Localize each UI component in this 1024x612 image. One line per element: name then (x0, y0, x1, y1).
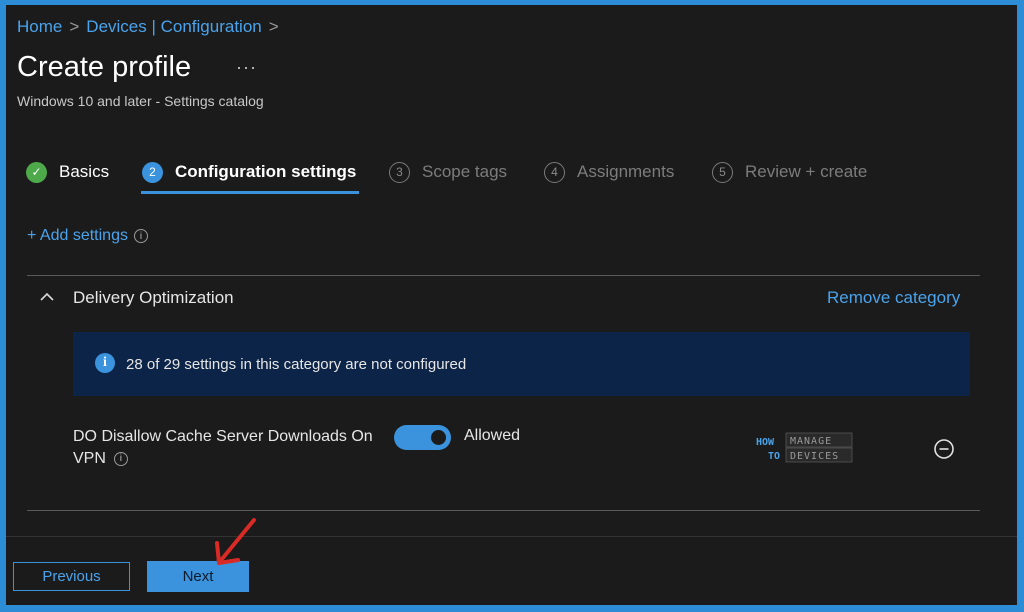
category-title: Delivery Optimization (73, 288, 234, 307)
step-scope-tags[interactable]: 3 Scope tags (389, 159, 507, 185)
setting-toggle[interactable] (394, 425, 451, 450)
info-banner-text: 28 of 29 settings in this category are n… (126, 356, 467, 373)
breadcrumb: Home > Devices | Configuration > (17, 17, 286, 37)
breadcrumb-home[interactable]: Home (17, 17, 62, 36)
checkmark-icon: ✓ (26, 161, 47, 183)
info-banner: i 28 of 29 settings in this category are… (73, 332, 970, 396)
active-step-underline (141, 191, 359, 194)
step-label: Scope tags (422, 162, 508, 181)
page-subtitle: Windows 10 and later - Settings catalog (17, 93, 264, 109)
remove-category-link[interactable]: Remove category (827, 288, 960, 308)
portal-window: Home > Devices | Configuration > Create pro… (6, 5, 1017, 605)
step-label: Configuration settings (175, 162, 357, 181)
step-label: Assignments (577, 162, 675, 181)
logo-text-manage: MANAGE (790, 436, 832, 447)
add-settings-link-row: + Add settings i (27, 227, 148, 245)
previous-button[interactable]: Previous (13, 562, 130, 591)
step-review-create[interactable]: 5 Review + create (712, 159, 867, 185)
step-number: 2 (142, 161, 163, 183)
step-label: Basics (59, 162, 110, 181)
step-number: 5 (712, 161, 733, 183)
step-label: Review + create (745, 162, 868, 181)
add-settings-link[interactable]: + Add settings (27, 227, 128, 245)
info-icon[interactable]: i (113, 452, 128, 466)
setting-name-line: DO Disallow Cache Server Downloads On (73, 428, 373, 445)
setting-name: DO Disallow Cache Server Downloads On VP… (73, 426, 393, 470)
step-number: 4 (544, 161, 565, 183)
annotation-arrow-icon (215, 518, 256, 565)
step-number: 3 (389, 161, 410, 183)
divider (27, 275, 980, 276)
breadcrumb-separator: > (268, 17, 279, 36)
breadcrumb-devices-configuration[interactable]: Devices | Configuration (86, 17, 261, 36)
step-assignments[interactable]: 4 Assignments (544, 159, 674, 185)
setting-name-line: VPN (73, 450, 106, 467)
step-configuration-settings[interactable]: 2 Configuration settings (142, 159, 356, 185)
info-icon: i (95, 353, 115, 373)
step-basics[interactable]: ✓ Basics (26, 159, 109, 185)
info-icon[interactable]: i (133, 229, 148, 243)
toggle-knob (431, 430, 446, 445)
logo-text-how: HOW (756, 437, 775, 448)
breadcrumb-separator: > (69, 17, 80, 36)
divider (27, 510, 980, 511)
setting-value-label: Allowed (464, 427, 521, 444)
minus-circle-icon[interactable] (933, 438, 955, 460)
more-options-icon[interactable]: ··· (236, 57, 257, 78)
logo-text-to: TO (768, 451, 780, 462)
howto-manage-devices-logo: HOW TO MANAGE DEVICES (756, 432, 853, 463)
footer-divider (6, 536, 1017, 537)
logo-text-devices: DEVICES (790, 451, 839, 462)
chevron-up-icon[interactable] (40, 290, 54, 304)
page-title: Create profile (17, 51, 192, 83)
